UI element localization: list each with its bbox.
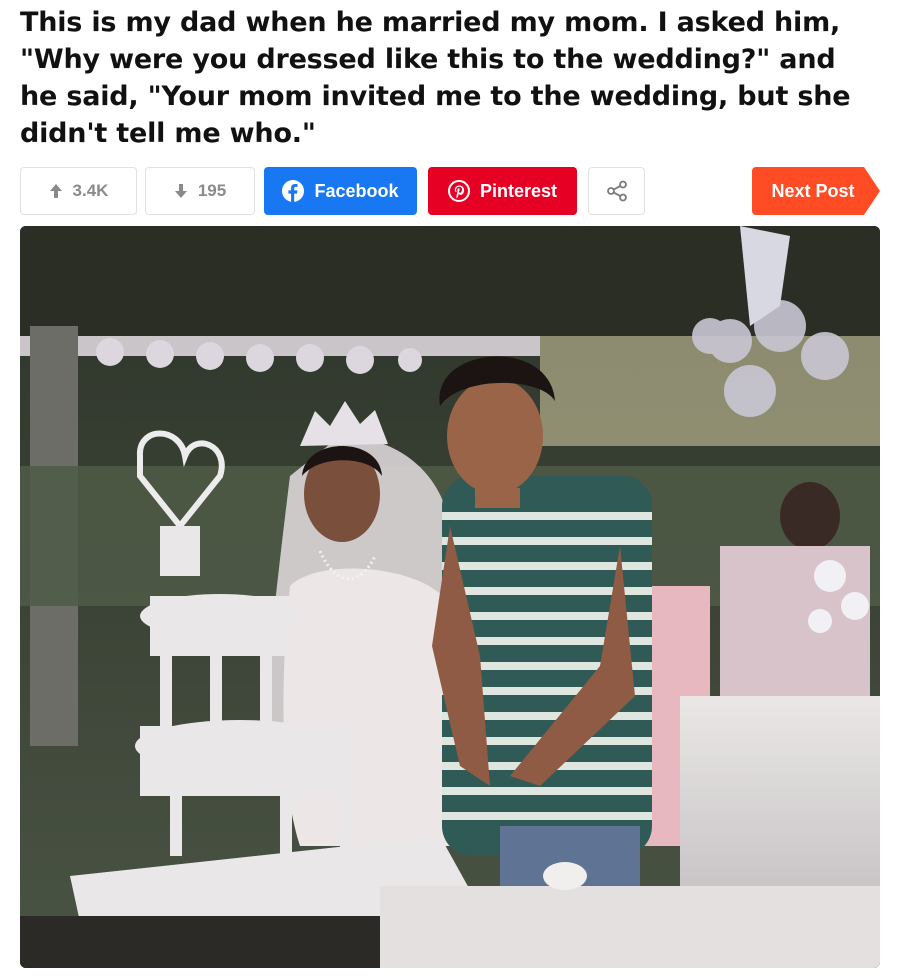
share-icon [606, 180, 627, 202]
arrow-up-icon [49, 184, 62, 198]
upvote-count: 3.4K [72, 181, 109, 200]
next-post-button[interactable]: Next Post [752, 167, 880, 215]
downvote-button[interactable]: 195 [145, 167, 255, 215]
wedding-photo [20, 226, 880, 968]
post-title: This is my dad when he married my mom. I… [20, 7, 851, 149]
action-bar: 3.4K 195 Facebook Pinterest Next Post [20, 167, 880, 215]
upvote-button[interactable]: 3.4K [20, 167, 137, 215]
pinterest-share-button[interactable]: Pinterest [428, 167, 577, 215]
pinterest-label: Pinterest [479, 180, 558, 201]
facebook-share-button[interactable]: Facebook [264, 167, 417, 215]
downvote-count: 195 [197, 181, 227, 200]
share-button[interactable] [588, 167, 645, 215]
pinterest-icon [447, 180, 470, 202]
facebook-label: Facebook [314, 180, 399, 201]
arrow-down-icon [174, 184, 187, 198]
facebook-icon [282, 180, 305, 202]
